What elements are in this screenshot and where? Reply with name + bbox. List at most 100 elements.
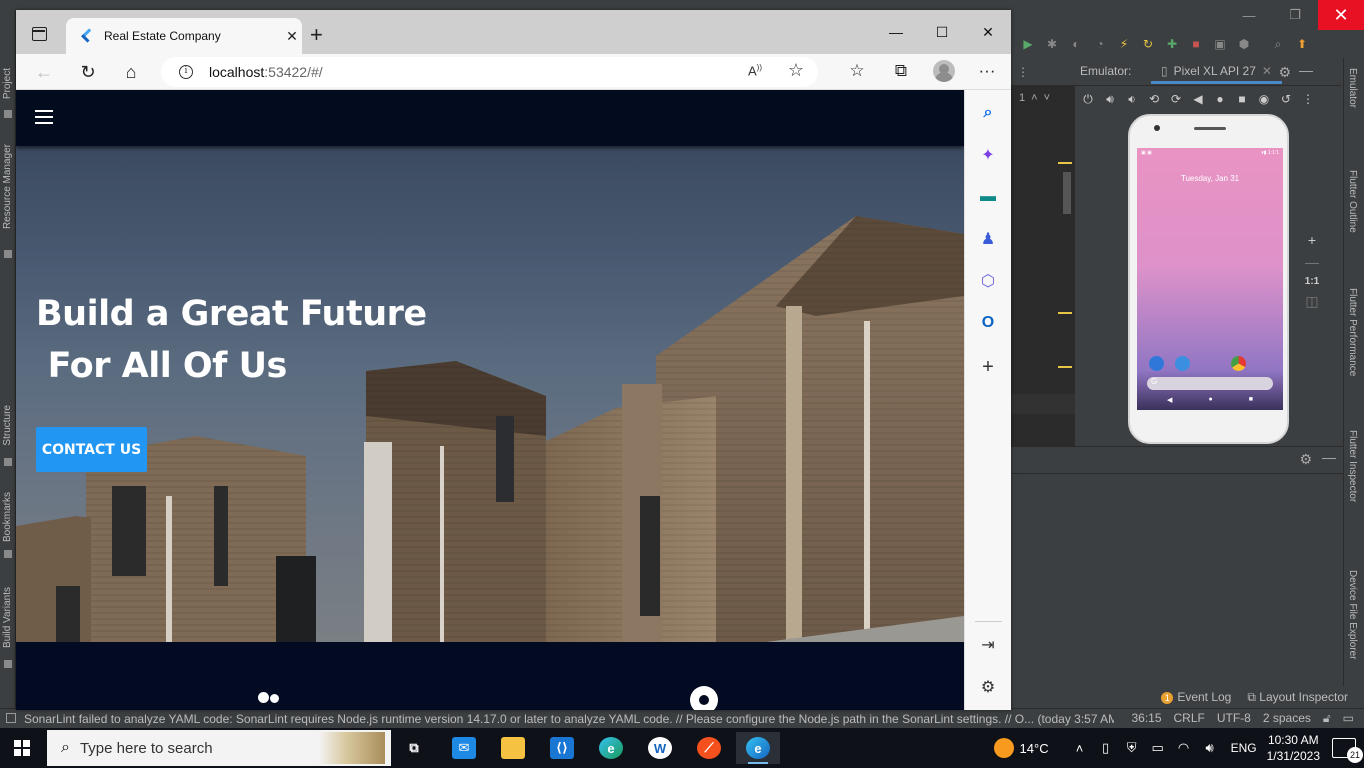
back-arrow-icon[interactable]: ← — [30, 60, 58, 84]
ide-minimize-button[interactable]: — — [1226, 0, 1272, 30]
build-variants-panel-tab[interactable]: Build Variants — [2, 587, 13, 648]
coverage-icon[interactable]: ◐ — [1067, 35, 1085, 53]
page-indicator-dots[interactable] — [258, 692, 279, 703]
zoom-in-icon[interactable]: + — [1308, 232, 1316, 248]
ide-restore-button[interactable]: ❐ — [1272, 0, 1318, 30]
indent-setting[interactable]: 2 spaces — [1263, 711, 1311, 726]
add-sidebar-app-icon[interactable]: + — [977, 356, 999, 378]
back-icon[interactable]: ◀ — [1191, 92, 1205, 107]
snapshot-icon[interactable]: ↺ — [1279, 92, 1293, 107]
run-icon[interactable]: ▶ — [1019, 35, 1037, 53]
debug-icon[interactable]: ✱ — [1043, 35, 1061, 53]
security-icon[interactable]: ⛨ — [1123, 740, 1141, 756]
chevron-up-icon[interactable]: ˄ — [1071, 741, 1089, 756]
event-log-button[interactable]: 1 Event Log — [1161, 690, 1231, 704]
taskbar-search-box[interactable]: ⌕ Type here to search — [47, 730, 391, 766]
games-icon[interactable]: ♟ — [977, 228, 999, 250]
home-icon[interactable]: ⌂ — [117, 60, 145, 84]
edge-icon[interactable]: e — [589, 732, 633, 764]
phone-mockup[interactable]: ▣ ▣ ▾▮ 1:1:1 Tuesday, Jan 31 G ◀ ● ■ — [1128, 114, 1289, 444]
zoom-ratio[interactable]: 1:1 — [1305, 276, 1319, 287]
compass-app-icon[interactable]: ⟋ — [687, 732, 731, 764]
collections-icon[interactable]: ⧉ — [889, 61, 913, 81]
office-icon[interactable]: ⬡ — [977, 270, 999, 292]
overview-icon[interactable]: ■ — [1235, 92, 1249, 107]
minimize-panel-icon[interactable]: — — [1322, 449, 1336, 465]
phone-home-icon[interactable]: ● — [1208, 396, 1212, 404]
gear-icon[interactable]: ⚙ — [1278, 64, 1291, 81]
project-panel-tab[interactable]: Project — [2, 68, 13, 99]
attach-debugger-icon[interactable]: ✚ — [1163, 35, 1181, 53]
browser-tab[interactable]: Real Estate Company ✕ — [66, 18, 302, 54]
gear-icon[interactable]: ⚙ — [1299, 451, 1312, 468]
home-icon[interactable]: ● — [1213, 92, 1227, 107]
zoom-fit-icon[interactable]: ◫ — [1305, 293, 1318, 310]
rotate-right-icon[interactable]: ⟳ — [1169, 92, 1183, 107]
weather-temp[interactable]: 14°C — [1020, 741, 1049, 756]
close-button[interactable]: ✕ — [965, 10, 1011, 54]
favorites-icon[interactable]: ☆ — [845, 61, 869, 81]
clock[interactable]: 10:30 AM 1/31/2023 — [1267, 732, 1320, 764]
emulator-panel-tab[interactable]: Emulator — [1347, 68, 1358, 108]
flutter-performance-panel-tab[interactable]: Flutter Performance — [1347, 288, 1358, 376]
editor-scrollbar[interactable] — [1063, 172, 1071, 214]
device-icon[interactable]: ▯ — [1097, 740, 1115, 756]
profile-avatar[interactable] — [933, 60, 955, 82]
chevron-down-icon[interactable]: ˅ — [1044, 92, 1050, 104]
discover-sparkle-icon[interactable]: ✦ — [977, 144, 999, 166]
status-message[interactable]: SonarLint failed to analyze YAML code: S… — [24, 712, 1114, 726]
phone-screen[interactable]: ▣ ▣ ▾▮ 1:1:1 Tuesday, Jan 31 G ◀ ● ■ — [1137, 148, 1283, 410]
add-favorite-icon[interactable]: ☆ — [788, 60, 804, 81]
volume-up-icon[interactable]: 🔊︎ — [1103, 92, 1117, 107]
sidebar-settings-gear-icon[interactable]: ⚙ — [977, 676, 999, 698]
search-icon[interactable]: ⌕ — [977, 102, 999, 124]
phone-messages-icon[interactable] — [1175, 356, 1190, 371]
search-everywhere-icon[interactable]: ⌕ — [1269, 35, 1287, 53]
more-icon[interactable]: ⋮ — [1301, 92, 1315, 107]
line-separator[interactable]: CRLF — [1174, 711, 1205, 726]
scroll-indicator-icon[interactable] — [690, 686, 718, 710]
minimize-panel-icon[interactable]: — — [1299, 62, 1313, 78]
vscode-icon[interactable]: ⟨⟩ — [540, 732, 584, 764]
profile-icon[interactable]: ◔ — [1091, 35, 1109, 53]
menu-icon[interactable] — [35, 110, 53, 124]
sdk-manager-icon[interactable]: ⬢ — [1235, 35, 1253, 53]
phone-overview-icon[interactable]: ■ — [1249, 396, 1253, 404]
wifi-icon[interactable]: ◠ — [1175, 740, 1193, 756]
hot-reload-icon[interactable]: ⚡ — [1115, 35, 1133, 53]
site-info-icon[interactable]: i — [179, 65, 193, 79]
file-explorer-icon[interactable] — [491, 732, 535, 764]
app-w-icon[interactable]: W — [638, 732, 682, 764]
phone-chrome-icon[interactable] — [1231, 356, 1246, 371]
edge-active-icon[interactable]: e — [736, 732, 780, 764]
bookmarks-panel-tab[interactable]: Bookmarks — [2, 492, 13, 542]
close-tab-icon[interactable]: ✕ — [1262, 64, 1272, 78]
phone-back-icon[interactable]: ◀ — [1167, 396, 1172, 404]
lock-icon[interactable]: 🔓︎ — [1323, 711, 1331, 726]
layout-inspector-button[interactable]: ⧉ Layout Inspector — [1247, 690, 1348, 705]
tool-windows-icon[interactable] — [6, 713, 16, 723]
address-bar[interactable]: i localhost:53422/#/ A)) ☆ — [161, 57, 818, 87]
emulator-device-tab[interactable]: ▯ Pixel XL API 27 ✕ — [1151, 60, 1282, 84]
new-tab-icon[interactable]: + — [310, 22, 323, 48]
file-encoding[interactable]: UTF-8 — [1217, 711, 1251, 726]
windows-start-icon[interactable] — [14, 740, 30, 756]
power-icon[interactable]: ⏻ — [1081, 92, 1095, 107]
zoom-out-icon[interactable]: — — [1305, 254, 1319, 270]
structure-panel-tab[interactable]: Structure — [2, 405, 13, 446]
resource-manager-panel-tab[interactable]: Resource Manager — [2, 144, 13, 229]
screenshot-icon[interactable]: ◉ — [1257, 92, 1271, 107]
flutter-inspector-panel-tab[interactable]: Flutter Inspector — [1347, 430, 1358, 502]
stop-icon[interactable]: ■ — [1187, 35, 1205, 53]
mail-icon[interactable]: ✉ — [442, 732, 486, 764]
rotate-left-icon[interactable]: ⟲ — [1147, 92, 1161, 107]
chevron-up-icon[interactable]: ˄ — [1031, 92, 1037, 104]
hide-sidebar-icon[interactable]: ⇥ — [977, 634, 999, 656]
kebab-menu-icon[interactable]: ⋮ — [1017, 65, 1057, 79]
language-indicator[interactable]: ENG — [1231, 741, 1257, 755]
tab-actions-icon[interactable] — [32, 27, 47, 41]
refresh-icon[interactable]: ↻ — [74, 60, 102, 84]
read-aloud-icon[interactable]: A)) — [748, 63, 762, 78]
maximize-button[interactable]: ☐ — [919, 10, 965, 54]
settings-more-icon[interactable]: ··· — [975, 61, 999, 81]
